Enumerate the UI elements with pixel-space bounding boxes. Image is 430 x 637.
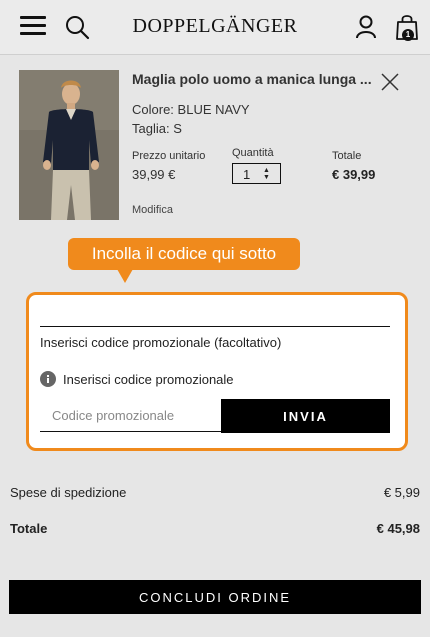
promo-code-input[interactable]	[40, 399, 221, 432]
info-icon	[40, 371, 56, 387]
site-logo[interactable]: DOPPELGÄNGER	[110, 15, 320, 38]
callout-pointer	[117, 269, 133, 283]
size-label: Taglia:	[132, 121, 170, 136]
order-total-label: Totale	[10, 521, 48, 536]
search-icon[interactable]	[64, 14, 90, 40]
menu-line	[20, 32, 46, 35]
promo-subheading: Inserisci codice promozionale	[63, 372, 234, 387]
shipping-value: € 5,99	[383, 485, 420, 500]
product-image[interactable]	[19, 70, 119, 220]
menu-icon[interactable]	[20, 15, 46, 35]
color-label: Colore:	[132, 102, 174, 117]
promo-code-section: Inserisci codice promozionale (facoltati…	[26, 292, 408, 451]
promo-heading[interactable]: Inserisci codice promozionale (facoltati…	[40, 335, 281, 350]
quantity-label: Quantità	[232, 147, 274, 159]
menu-line	[20, 24, 46, 27]
close-icon[interactable]	[380, 72, 400, 92]
account-icon[interactable]	[354, 14, 378, 40]
product-color: Colore: BLUE NAVY	[132, 102, 250, 117]
chevron-updown-icon: ▲ ▼	[263, 167, 270, 181]
item-total-label: Totale	[332, 150, 362, 162]
promo-submit-button[interactable]: INVIA	[221, 399, 390, 433]
checkout-button[interactable]: CONCLUDI ORDINE	[9, 580, 421, 614]
cart-count-badge: 1	[402, 29, 414, 41]
modify-link[interactable]: Modifica	[132, 204, 173, 216]
shipping-label: Spese di spedizione	[10, 485, 127, 500]
order-total-value: € 45,98	[376, 521, 420, 536]
unit-price-label: Prezzo unitario	[132, 150, 206, 162]
product-size: Taglia: S	[132, 121, 182, 136]
divider	[40, 326, 390, 327]
quantity-value: 1	[243, 167, 251, 182]
item-total: € 39,99	[332, 167, 376, 182]
site-header: DOPPELGÄNGER 1	[0, 0, 430, 55]
color-value: BLUE NAVY	[177, 102, 250, 117]
cart-icon[interactable]: 1	[394, 12, 420, 42]
unit-price: 39,99 €	[132, 167, 176, 182]
promo-callout: Incolla il codice qui sotto	[68, 238, 300, 270]
menu-line	[20, 16, 46, 19]
quantity-select[interactable]: 1 ▲ ▼	[232, 163, 281, 184]
product-title[interactable]: Maglia polo uomo a manica lunga ...	[132, 71, 382, 87]
size-value: S	[173, 121, 182, 136]
